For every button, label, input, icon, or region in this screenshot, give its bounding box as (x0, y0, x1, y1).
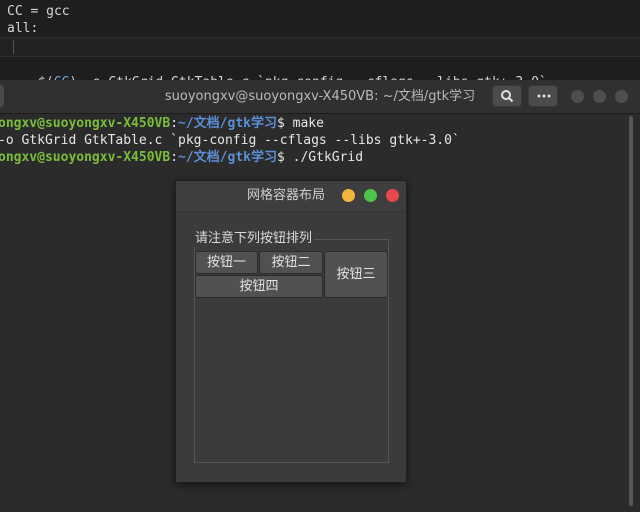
terminal-maximize-button[interactable] (593, 90, 606, 103)
prompt-user: ongxv@suoyongxv-X450VB (0, 150, 171, 165)
terminal-line: ongxv@suoyongxv-X450VB:~/文档/gtk学习$ ./Gtk… (0, 149, 363, 167)
terminal-header-bar[interactable]: suoyongxv@suoyongxv-X450VB: ~/文档/gtk学习 (0, 80, 640, 114)
button-three[interactable]: 按钮三 (324, 251, 388, 298)
gtk-window-title: 网格容器布局 (246, 188, 325, 203)
terminal-scrollbar[interactable] (629, 114, 634, 512)
terminal-minimize-button[interactable] (571, 90, 584, 103)
prompt-user: ongxv@suoyongxv-X450VB (0, 116, 171, 131)
scrollbar-thumb[interactable] (629, 116, 633, 506)
gtk-maximize-button[interactable] (364, 189, 377, 202)
prompt-path: ~/文档/gtk学习 (178, 116, 277, 131)
prompt-colon: : (170, 116, 179, 131)
code-line: all: (7, 21, 39, 36)
code-line-current: $(CC) -o GtkGrid GtkTable.c `pkg-config … (0, 37, 640, 90)
terminal-title: suoyongxv@suoyongxv-X450VB: ~/文档/gtk学习 (164, 89, 476, 104)
gtk-titlebar[interactable]: 网格容器布局 (176, 181, 406, 212)
prompt-colon: : (170, 150, 179, 165)
terminal-close-button[interactable] (615, 90, 628, 103)
indent-guide (13, 40, 14, 54)
gtk-frame-label: 请注意下列按钮排列 (193, 231, 315, 247)
terminal-line: ongxv@suoyongxv-X450VB:~/文档/gtk学习$ make (0, 115, 324, 133)
button-two[interactable]: 按钮二 (259, 251, 323, 274)
command-text: make (292, 116, 324, 131)
prompt-path: ~/文档/gtk学习 (178, 150, 277, 165)
gtk-minimize-button[interactable] (342, 189, 355, 202)
gtk-grid-window[interactable]: 网格容器布局 请注意下列按钮排列 按钮一 按钮二 按钮三 按钮四 (175, 180, 407, 483)
gtk-close-button[interactable] (386, 189, 399, 202)
terminal-left-button[interactable] (0, 85, 4, 107)
makefile-editor[interactable]: CC = gcc all: $(CC) -o GtkGrid GtkTable.… (0, 0, 640, 90)
more-icon (537, 94, 551, 98)
terminal-menu-button[interactable] (528, 85, 558, 107)
prompt-symbol: $ (276, 116, 293, 131)
command-text: ./GtkGrid (292, 150, 364, 165)
code-line: CC = gcc (7, 4, 70, 19)
button-four[interactable]: 按钮四 (195, 275, 323, 298)
desktop: CC = gcc all: $(CC) -o GtkGrid GtkTable.… (0, 0, 640, 512)
terminal-search-button[interactable] (492, 85, 522, 107)
prompt-symbol: $ (276, 150, 293, 165)
terminal-line: -o GtkGrid GtkTable.c `pkg-config --cfla… (0, 133, 460, 148)
search-icon (501, 90, 514, 103)
button-one[interactable]: 按钮一 (195, 251, 258, 274)
